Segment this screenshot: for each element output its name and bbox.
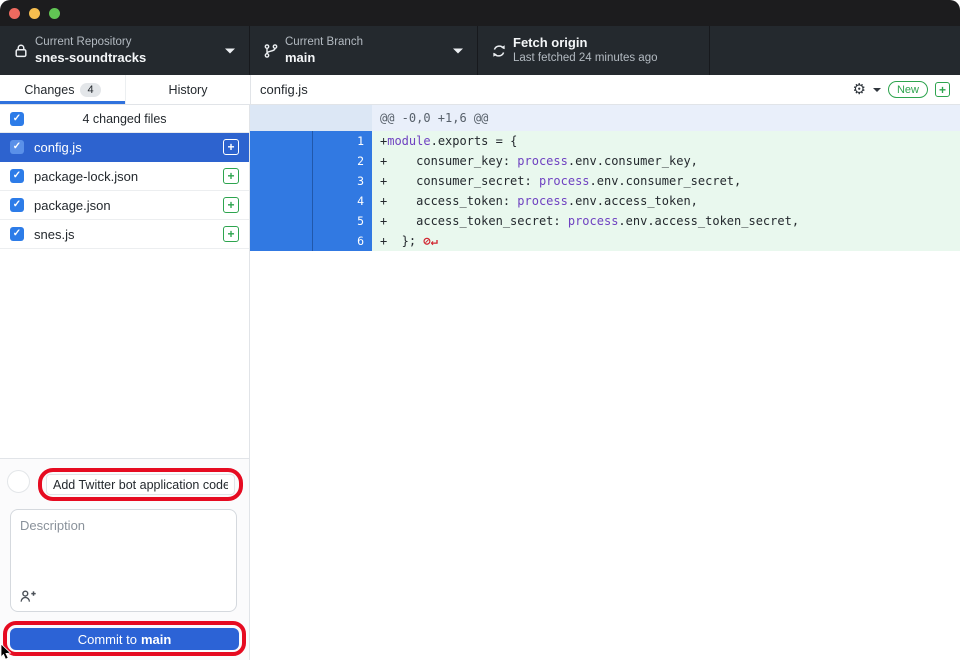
file-name: package-lock.json <box>34 169 223 184</box>
file-name: config.js <box>34 140 223 155</box>
diff-gutter-new[interactable]: 4 <box>312 191 372 211</box>
file-name: package.json <box>34 198 223 213</box>
chevron-down-icon[interactable] <box>873 88 881 92</box>
diff-gutter-new[interactable]: 2 <box>312 151 372 171</box>
toolbar: Current Repository snes-soundtracks Curr… <box>0 26 960 75</box>
diff-line-2[interactable]: 2+ consumer_key: process.env.consumer_ke… <box>250 151 960 171</box>
diff-line-4[interactable]: 4+ access_token: process.env.access_toke… <box>250 191 960 211</box>
diff-hunk-header: @@ -0,0 +1,6 @@ <box>250 105 960 131</box>
file-added-icon: + <box>223 168 239 184</box>
github-desktop-window: Current Repository snes-soundtracks Curr… <box>0 0 960 660</box>
diff-pane: @@ -0,0 +1,6 @@ 1+module.exports = {2+ c… <box>250 105 960 660</box>
chevron-down-icon <box>453 48 463 53</box>
tab-changes-label: Changes <box>24 83 74 97</box>
diff-file-title: config.js <box>260 82 853 97</box>
file-added-icon: + <box>223 197 239 213</box>
file-name: snes.js <box>34 227 223 242</box>
current-branch-dropdown[interactable]: Current Branch main <box>250 26 478 75</box>
diff-code-text: + access_token_secret: process.env.acces… <box>372 211 960 231</box>
minimize-button[interactable] <box>29 8 40 19</box>
diff-gutter-old[interactable] <box>250 191 312 211</box>
repository-label: Current Repository <box>35 35 146 49</box>
tab-changes[interactable]: Changes 4 <box>0 75 125 104</box>
tab-history-label: History <box>169 83 208 97</box>
git-branch-icon <box>263 43 279 59</box>
summary-input[interactable] <box>46 474 235 495</box>
file-row-package-lock.json[interactable]: ✓ package-lock.json+ <box>0 162 249 191</box>
diff-code-text: + access_token: process.env.access_token… <box>372 191 960 211</box>
branch-name: main <box>285 50 363 66</box>
diff-line-3[interactable]: 3+ consumer_secret: process.env.consumer… <box>250 171 960 191</box>
diff-gutter-old[interactable] <box>250 151 312 171</box>
commit-area: Commit to main <box>0 458 249 660</box>
chevron-down-icon <box>225 48 235 53</box>
fetch-title: Fetch origin <box>513 35 658 51</box>
diff-gutter-new[interactable]: 6 <box>312 231 372 251</box>
diff-gutter-old[interactable] <box>250 171 312 191</box>
diff-code-text: + consumer_key: process.env.consumer_key… <box>372 151 960 171</box>
diff-header: config.js ⚙ New + <box>250 75 960 105</box>
lock-icon <box>13 43 29 59</box>
description-input[interactable] <box>11 510 236 586</box>
person-add-icon[interactable] <box>19 588 37 604</box>
sidebar-tabs: Changes 4 History <box>0 75 250 105</box>
changed-files-list: ✓config.js+✓package-lock.json+✓package.j… <box>0 133 249 249</box>
gear-icon[interactable]: ⚙ <box>853 82 866 97</box>
current-repository-dropdown[interactable]: Current Repository snes-soundtracks <box>0 26 250 75</box>
diff-code-text: +module.exports = { <box>372 131 960 151</box>
diff-gutter-old[interactable] <box>250 231 312 251</box>
file-row-package.json[interactable]: ✓ package.json+ <box>0 191 249 220</box>
commit-button[interactable]: Commit to main <box>10 628 239 650</box>
diff-hunk-gutter <box>250 105 372 131</box>
titlebar <box>0 0 960 26</box>
file-added-icon: + <box>223 139 239 155</box>
sync-icon <box>491 43 507 59</box>
fetch-origin-button[interactable]: Fetch origin Last fetched 24 minutes ago <box>478 26 710 75</box>
commit-button-branch: main <box>141 632 171 647</box>
diff-gutter-old[interactable] <box>250 211 312 231</box>
select-all-checkbox[interactable]: ✓ <box>10 112 24 126</box>
diff-line-1[interactable]: 1+module.exports = { <box>250 131 960 151</box>
file-row-snes.js[interactable]: ✓ snes.js+ <box>0 220 249 249</box>
avatar <box>7 470 30 493</box>
changed-files-label: 4 changed files <box>82 112 166 126</box>
diff-hunk-text: @@ -0,0 +1,6 @@ <box>372 105 960 131</box>
description-box <box>10 509 237 612</box>
file-checkbox[interactable]: ✓ <box>10 169 24 183</box>
changes-sidebar: ✓ 4 changed files ✓config.js+✓package-lo… <box>0 105 250 660</box>
file-checkbox[interactable]: ✓ <box>10 198 24 212</box>
changes-count-badge: 4 <box>80 83 100 97</box>
diff-line-5[interactable]: 5+ access_token_secret: process.env.acce… <box>250 211 960 231</box>
changed-files-header: ✓ 4 changed files <box>0 105 249 133</box>
file-row-config.js[interactable]: ✓ config.js+ <box>0 133 249 162</box>
commit-button-label: Commit to <box>78 632 137 647</box>
diff-gutter-new[interactable]: 5 <box>312 211 372 231</box>
file-checkbox[interactable]: ✓ <box>10 140 24 154</box>
mouse-cursor <box>0 644 14 660</box>
diff-gutter-old[interactable] <box>250 131 312 151</box>
diff-code-text: + consumer_secret: process.env.consumer_… <box>372 171 960 191</box>
tab-history[interactable]: History <box>125 75 250 104</box>
zoom-button[interactable] <box>49 8 60 19</box>
diff-added-icon: + <box>935 82 950 97</box>
file-checkbox[interactable]: ✓ <box>10 227 24 241</box>
branch-label: Current Branch <box>285 35 363 49</box>
diff-lines: 1+module.exports = {2+ consumer_key: pro… <box>250 131 960 251</box>
close-button[interactable] <box>9 8 20 19</box>
repository-name: snes-soundtracks <box>35 50 146 66</box>
diff-code-text: + }; ⊘↵ <box>372 231 960 251</box>
file-added-icon: + <box>223 226 239 242</box>
diff-gutter-new[interactable]: 3 <box>312 171 372 191</box>
diff-line-6[interactable]: 6+ }; ⊘↵ <box>250 231 960 251</box>
new-status-badge: New <box>888 81 928 98</box>
fetch-subtitle: Last fetched 24 minutes ago <box>513 51 658 65</box>
diff-gutter-new[interactable]: 1 <box>312 131 372 151</box>
